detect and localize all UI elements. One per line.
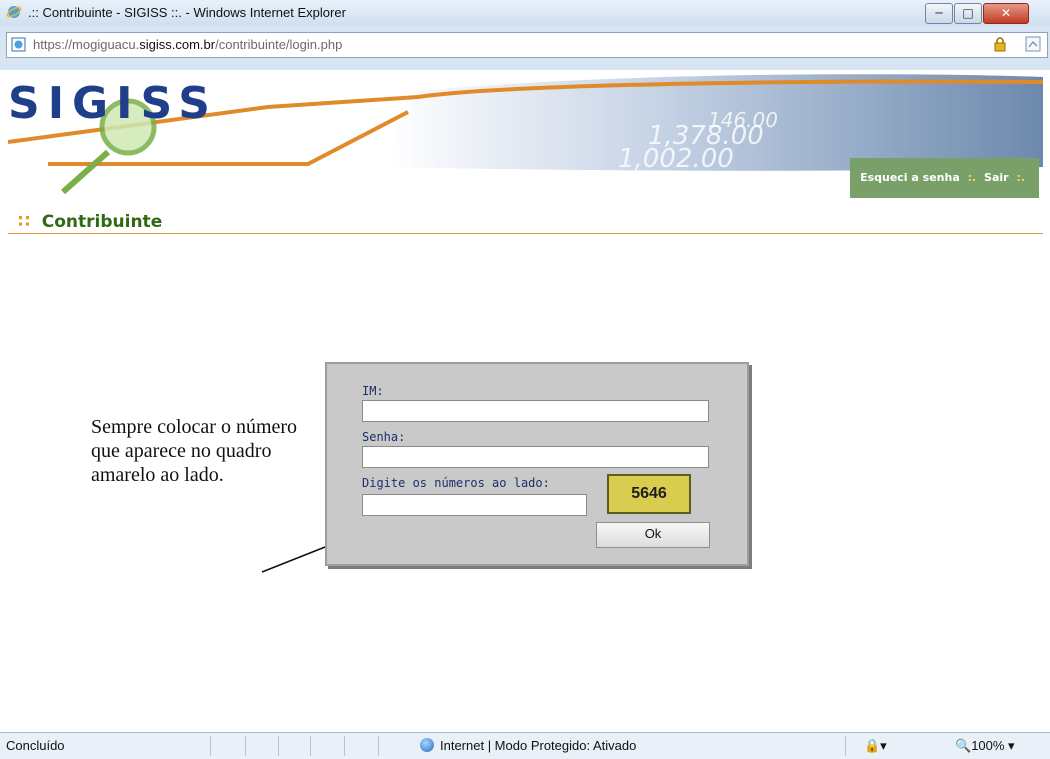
address-bar: https://mogiguacu.sigiss.com.br/contribu… xyxy=(0,26,1050,70)
link-separator: :. xyxy=(967,171,977,184)
im-input[interactable] xyxy=(362,400,709,422)
password-input[interactable] xyxy=(362,446,709,468)
status-divider xyxy=(310,736,311,756)
status-divider xyxy=(278,736,279,756)
lock-icon[interactable] xyxy=(992,36,1008,52)
page-title-text: Contribuinte xyxy=(41,212,163,232)
url-path: /contribuinte/login.php xyxy=(215,37,343,52)
status-divider xyxy=(344,736,345,756)
im-label: IM: xyxy=(362,384,384,398)
page-title: ∷ Contribuinte xyxy=(18,212,162,232)
close-button[interactable]: ✕ xyxy=(983,3,1029,24)
url-host: sigiss.com.br xyxy=(139,37,216,52)
url-input[interactable]: https://mogiguacu.sigiss.com.br/contribu… xyxy=(6,32,1048,58)
maximize-icon: □ xyxy=(962,6,974,20)
maximize-button[interactable]: □ xyxy=(954,3,982,24)
captcha-input[interactable] xyxy=(362,494,587,516)
exit-link[interactable]: Sair xyxy=(984,171,1009,184)
page-icon xyxy=(11,37,26,52)
zoom-control[interactable]: 🔍100% ▾ xyxy=(955,738,1015,754)
instruction-note: Sempre colocar o número que aparece no q… xyxy=(91,416,298,486)
status-divider xyxy=(245,736,246,756)
zoom-level: 100% xyxy=(971,738,1005,753)
security-zone[interactable]: Internet | Modo Protegido: Ativado xyxy=(420,738,636,753)
ok-button[interactable]: Ok xyxy=(596,522,710,548)
minimize-icon: ─ xyxy=(935,6,943,20)
banner-number: 146.00 xyxy=(708,108,778,132)
site-header: 1,378.00 1,002.00 146.00 SIGISS Esqueci a … xyxy=(8,72,1043,234)
internet-explorer-icon xyxy=(6,6,22,18)
feeds-icon[interactable] xyxy=(1025,36,1041,52)
senha-label: Senha: xyxy=(362,430,406,444)
header-links: Esqueci a senha :. Sair :. xyxy=(850,158,1039,198)
window-title: .:: Contribuinte - SIGISS ::. - Windows … xyxy=(28,5,346,20)
banner-number: 1,002.00 xyxy=(618,144,734,174)
login-panel: IM: Senha: Digite os números ao lado: 56… xyxy=(325,362,749,566)
captcha-label: Digite os números ao lado: xyxy=(362,476,550,490)
url-subdomain: mogiguacu. xyxy=(72,37,140,52)
window-titlebar: .:: Contribuinte - SIGISS ::. - Windows … xyxy=(0,0,1050,27)
captcha-image: 5646 xyxy=(607,474,691,514)
status-divider xyxy=(378,736,379,756)
security-zone-text: Internet | Modo Protegido: Ativado xyxy=(440,738,637,753)
minimize-button[interactable]: ─ xyxy=(925,3,953,24)
globe-icon xyxy=(420,738,434,752)
status-bar: Concluído Internet | Modo Protegido: Ati… xyxy=(0,732,1050,759)
bullet-icon: ∷ xyxy=(18,212,30,232)
link-separator-end: :. xyxy=(1016,171,1025,184)
status-text: Concluído xyxy=(6,738,65,753)
header-divider xyxy=(8,233,1043,234)
close-icon: ✕ xyxy=(1000,6,1012,20)
sigiss-logo: SIGISS xyxy=(8,78,218,129)
security-settings-icon[interactable]: 🔒▾ xyxy=(864,738,887,754)
url-text: https://mogiguacu.sigiss.com.br/contribu… xyxy=(33,37,342,52)
status-divider xyxy=(210,736,211,756)
url-scheme: https:// xyxy=(33,37,73,52)
status-divider xyxy=(845,736,846,756)
forgot-password-link[interactable]: Esqueci a senha xyxy=(860,171,960,184)
